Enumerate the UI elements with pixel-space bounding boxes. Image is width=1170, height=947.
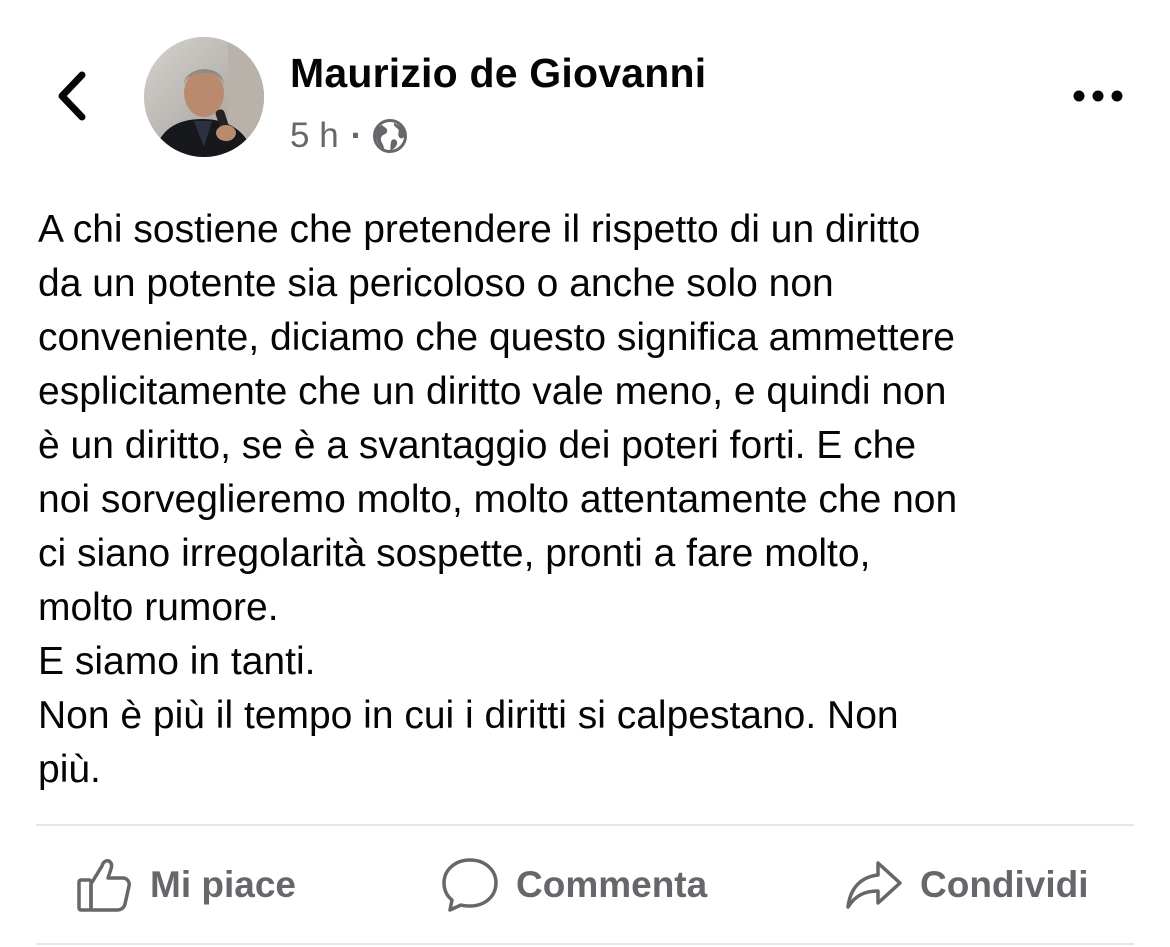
back-button[interactable] <box>44 66 100 126</box>
post-line: da un potente sia pericoloso o anche sol… <box>38 262 834 305</box>
avatar-photo <box>144 37 264 157</box>
thumbs-up-icon <box>74 855 134 915</box>
share-button[interactable]: Condividi <box>844 852 1089 918</box>
post-line: ci siano irregolarità sospette, pronti a… <box>38 532 871 575</box>
post-line: molto rumore. <box>38 586 279 629</box>
like-button[interactable]: Mi piace <box>74 852 296 918</box>
more-options-button[interactable] <box>1066 76 1130 116</box>
post-line: conveniente, diciamo che questo signific… <box>38 316 955 359</box>
actions-divider-bottom <box>36 943 1134 945</box>
post-line: noi sorveglieremo molto, molto attentame… <box>38 478 958 521</box>
share-label: Condividi <box>920 864 1089 905</box>
globe-icon[interactable] <box>372 118 408 154</box>
post-line: è un diritto, se è a svantaggio dei pote… <box>38 424 917 467</box>
comment-button[interactable]: Commenta <box>440 852 707 918</box>
like-label: Mi piace <box>150 864 296 905</box>
post-line: E siamo in tanti. <box>38 640 316 683</box>
comment-label: Commenta <box>516 864 708 905</box>
post-line: più. <box>38 748 101 791</box>
author-name[interactable]: Maurizio de Giovanni <box>290 50 706 97</box>
ellipsis-icon <box>1073 90 1123 102</box>
post-text: A chi sostiene che pretendere il rispett… <box>38 203 1148 797</box>
post-line: A chi sostiene che pretendere il rispett… <box>38 208 921 251</box>
meta-separator: · <box>350 116 363 155</box>
post-meta: 5 h · <box>290 114 408 158</box>
chevron-left-icon <box>58 71 86 121</box>
avatar[interactable] <box>144 37 264 157</box>
post-time[interactable]: 5 h <box>290 116 339 156</box>
post-line: Non è più il tempo in cui i diritti si c… <box>38 694 899 737</box>
post-line: esplicitamente che un diritto vale meno,… <box>38 370 947 413</box>
actions-divider-top <box>36 824 1134 826</box>
share-arrow-icon <box>844 855 904 915</box>
comment-icon <box>440 855 500 915</box>
